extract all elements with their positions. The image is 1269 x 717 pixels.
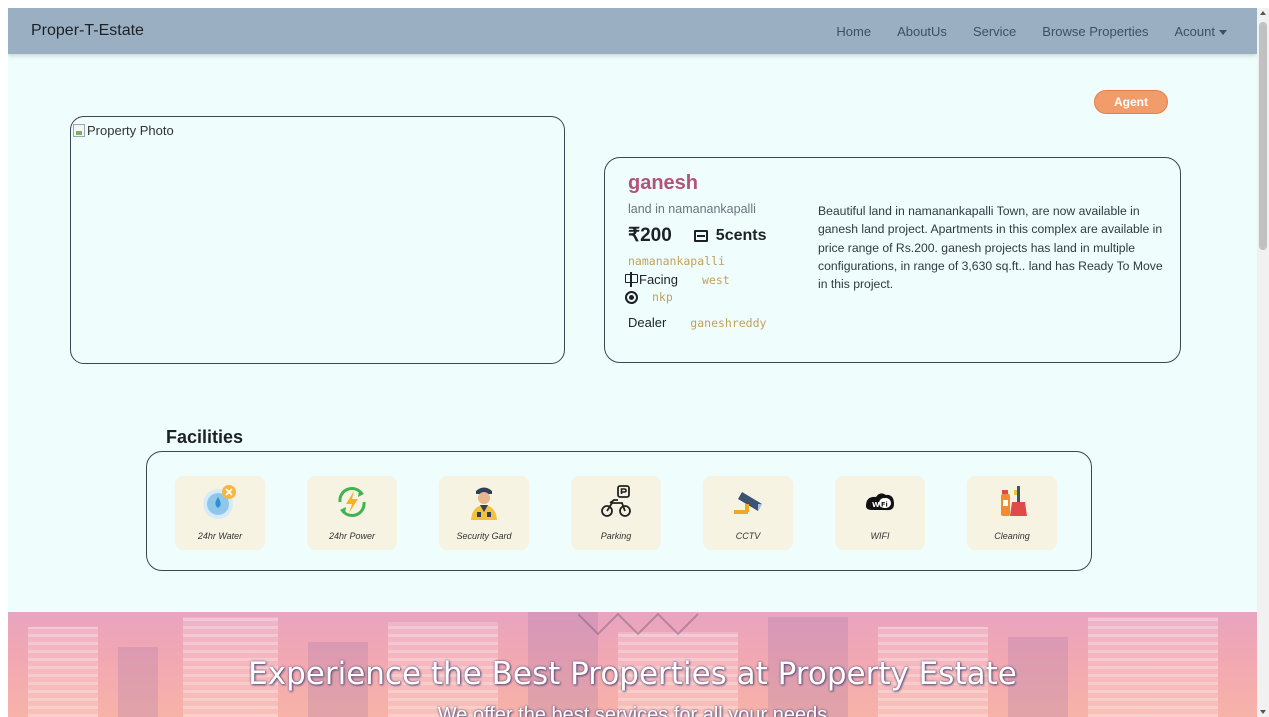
facility-label: 24hr Water: [197, 531, 243, 541]
scrollbar-thumb[interactable]: [1259, 22, 1267, 250]
agent-button[interactable]: Agent: [1094, 90, 1168, 114]
dealer-row: Dealer ganeshreddy: [628, 315, 766, 330]
nav-links: Home AboutUs Service Browse Properties A…: [810, 24, 1227, 39]
security-guard-icon: [471, 487, 497, 520]
nav-link-home[interactable]: Home: [836, 24, 871, 39]
property-photo-alt-text: Property Photo: [87, 123, 174, 138]
facility-label: Cleaning: [994, 531, 1030, 541]
place-value: nkp: [652, 290, 673, 304]
nav-link-browse-properties[interactable]: Browse Properties: [1042, 24, 1148, 39]
facility-cctv[interactable]: CCTV: [703, 476, 793, 550]
nav-link-aboutus[interactable]: AboutUs: [897, 24, 947, 39]
dealer-value: ganeshreddy: [690, 315, 767, 330]
facility-label: 24hr Power: [328, 531, 376, 541]
hero-truss-decoration: [578, 612, 699, 636]
property-name: ganesh: [628, 172, 699, 194]
property-subtitle: land in namanankapalli: [628, 202, 756, 216]
power-icon: [338, 487, 366, 517]
nav-link-service[interactable]: Service: [973, 24, 1016, 39]
facility-parking[interactable]: Parking: [571, 476, 661, 550]
property-description: Beautiful land in namanankapalli Town, a…: [818, 204, 1163, 292]
cctv-icon: [734, 492, 762, 514]
brand-logo-link[interactable]: Proper-T-Estate: [31, 22, 144, 40]
water-icon: [203, 485, 236, 519]
facilities-title: Facilities: [166, 427, 244, 447]
property-price: ₹200: [628, 225, 672, 246]
location-target-icon: [625, 290, 638, 304]
property-photo-card: Property Photo: [70, 116, 565, 364]
price-area-row: ₹200 5cents: [628, 224, 767, 247]
parking-icon: [601, 485, 631, 517]
wifi-icon: Wi Fi: [866, 493, 894, 511]
page-viewport: Proper-T-Estate Home AboutUs Service Bro…: [8, 8, 1257, 717]
property-info-card: ganesh land in namanankapalli ₹200 5cent…: [604, 157, 1181, 363]
hero-banner: Experience the Best Properties at Proper…: [8, 612, 1257, 717]
property-locality: namanankapalli: [628, 254, 725, 268]
area-icon: [693, 229, 708, 242]
hero-title: Experience the Best Properties at Proper…: [248, 656, 1017, 692]
facility-label: Security Gard: [456, 531, 512, 541]
hero-subtitle: We offer the best services for all your …: [437, 704, 828, 717]
dealer-label: Dealer: [628, 315, 667, 330]
facilities-box: 24hr Water 24hr Power Security Gard Park…: [146, 451, 1092, 571]
svg-text:Fi: Fi: [881, 501, 888, 509]
facility-wifi[interactable]: Wi Fi WIFI: [835, 476, 925, 550]
page-scrollbar[interactable]: [1257, 8, 1269, 717]
facility-security[interactable]: Security Gard: [439, 476, 529, 550]
broken-image-icon: [73, 124, 85, 137]
navbar: Proper-T-Estate Home AboutUs Service Bro…: [8, 8, 1257, 54]
caret-down-icon: [1219, 30, 1227, 36]
facing-label: Facing: [639, 272, 679, 287]
facility-label: CCTV: [735, 531, 761, 541]
facing-value: west: [702, 272, 730, 287]
facility-water[interactable]: 24hr Water: [175, 476, 265, 550]
signpost-icon: [624, 272, 638, 287]
property-photo: Property Photo: [73, 123, 174, 138]
facility-label: WIFI: [870, 531, 890, 541]
facility-cleaning[interactable]: Cleaning: [967, 476, 1057, 550]
facility-power[interactable]: 24hr Power: [307, 476, 397, 550]
place-row: nkp: [625, 290, 673, 304]
facility-label: Parking: [600, 531, 632, 541]
property-area: 5cents: [715, 226, 767, 244]
facing-row: Facing west: [624, 272, 730, 287]
scroll-up-icon[interactable]: [1260, 11, 1266, 15]
account-dropdown-label: Acount: [1174, 24, 1215, 39]
cleaning-icon: [1001, 486, 1027, 516]
account-dropdown[interactable]: Acount: [1175, 24, 1227, 39]
scroll-down-icon[interactable]: [1260, 710, 1266, 714]
